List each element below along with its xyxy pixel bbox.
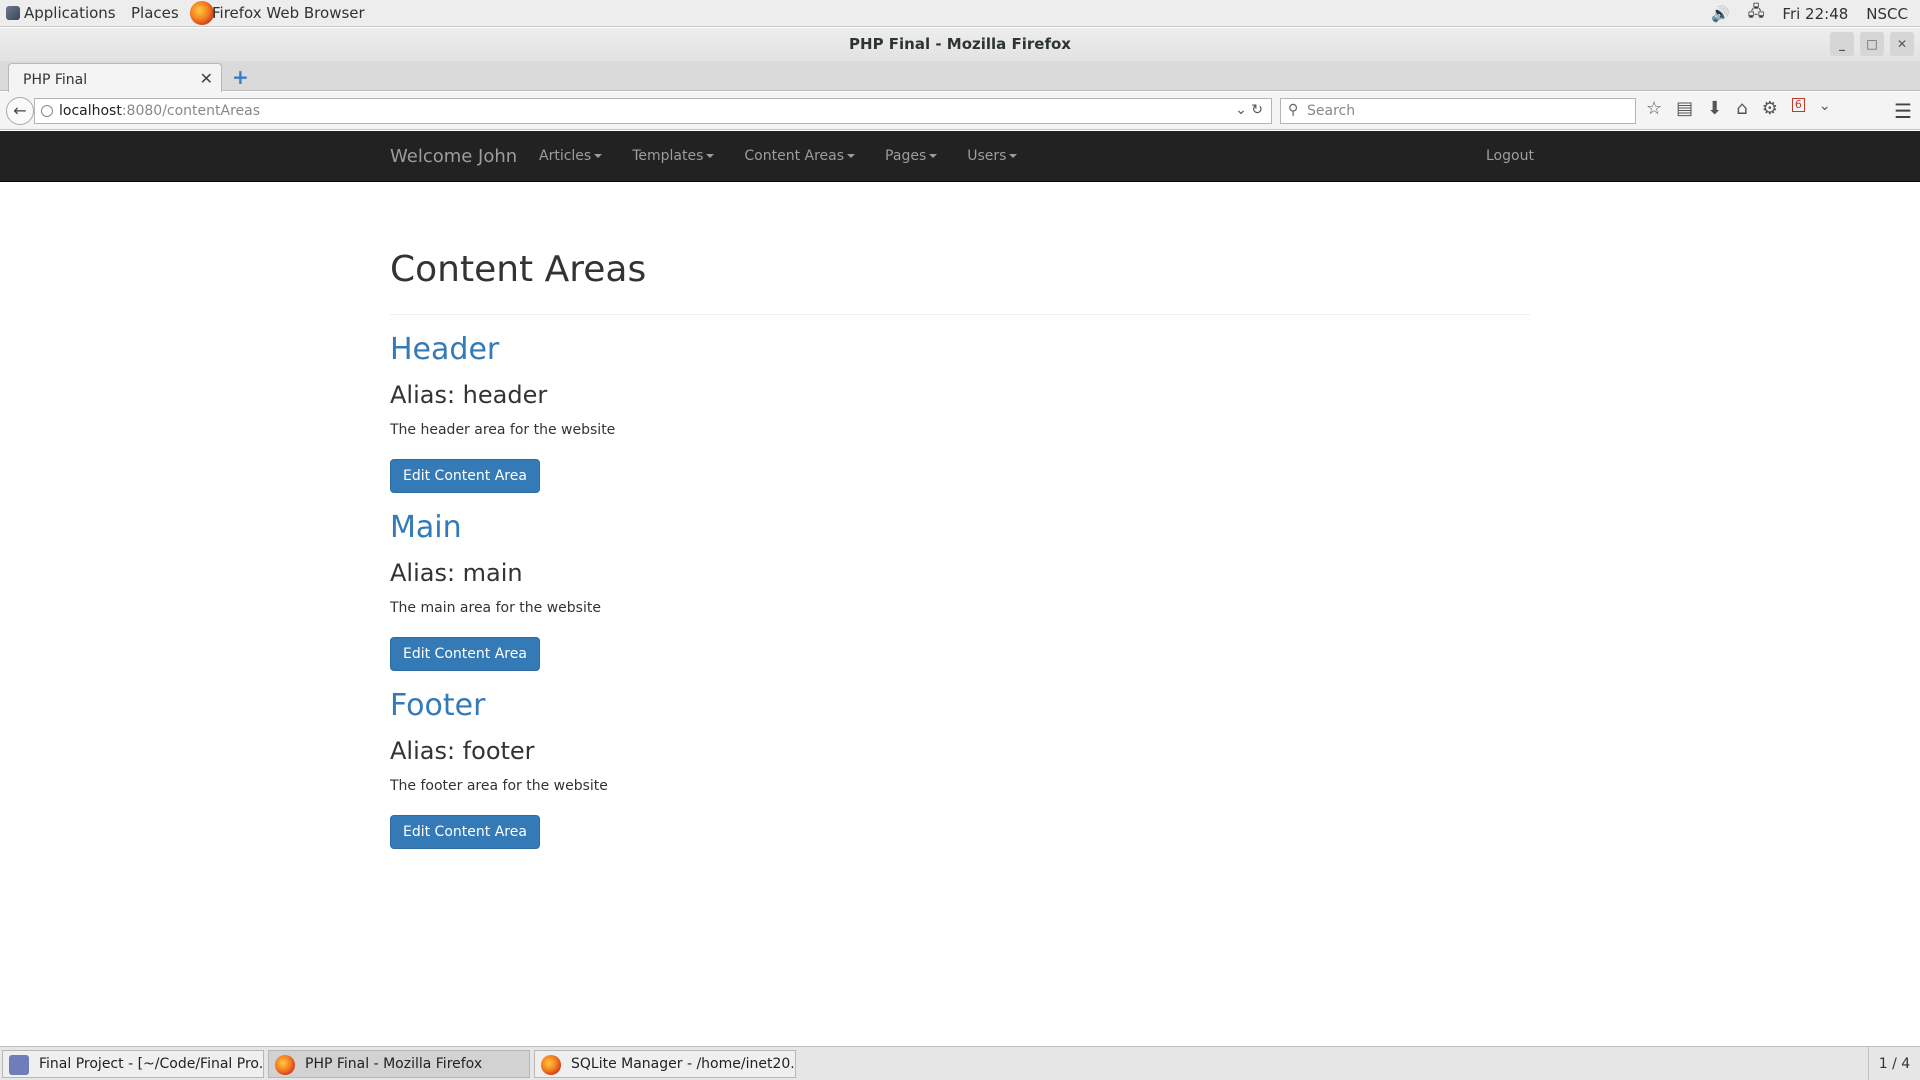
edit-content-area-button[interactable]: Edit Content Area — [390, 637, 540, 671]
volume-icon[interactable]: 🔊 — [1711, 5, 1730, 23]
task-final-project[interactable]: Final Project - [~/Code/Final Pro... — [2, 1050, 264, 1078]
area-alias: Alias: header — [390, 381, 548, 409]
edit-content-area-button[interactable]: Edit Content Area — [390, 459, 540, 493]
nav-content-areas[interactable]: Content Areas — [744, 131, 885, 182]
network-icon[interactable]: 🖧 — [1748, 1, 1765, 26]
caret-down-icon — [594, 154, 603, 158]
url-host: localhost — [59, 103, 122, 119]
user-menu[interactable]: NSCC — [1866, 5, 1908, 23]
search-icon: ⚲ — [1288, 102, 1299, 118]
new-tab-icon[interactable]: + — [232, 65, 249, 89]
system-top-bar: Applications Places Firefox Web Browser … — [0, 0, 1920, 27]
area-name: Footer — [390, 688, 486, 723]
nav-templates[interactable]: Templates — [632, 131, 744, 182]
nav-articles[interactable]: Articles — [539, 131, 632, 182]
nav-pages-label: Pages — [885, 148, 927, 164]
nav-pages[interactable]: Pages — [885, 131, 967, 182]
url-path: :8080/contentAreas — [121, 103, 261, 119]
workspace-indicator[interactable]: 1 / 4 — [1868, 1047, 1920, 1080]
applications-label: Applications — [24, 4, 116, 22]
nav-content-areas-label: Content Areas — [744, 148, 845, 164]
back-arrow-icon[interactable]: ← — [6, 97, 34, 125]
taskbar: Final Project - [~/Code/Final Pro... PHP… — [0, 1046, 1920, 1080]
area-description: The header area for the website — [390, 422, 616, 438]
home-icon[interactable]: ⌂ — [1736, 98, 1747, 119]
firefox-icon — [275, 1055, 295, 1075]
firefox-icon — [541, 1055, 561, 1075]
minimize-icon[interactable]: _ — [1830, 32, 1854, 56]
area-name: Main — [390, 510, 462, 545]
nav-users[interactable]: Users — [967, 131, 1047, 182]
browser-toolbar: ← localhost:8080/contentAreas ⌄ ↻ ⚲ Sear… — [0, 92, 1920, 130]
php-icon — [9, 1055, 29, 1075]
hamburger-menu-icon[interactable]: ☰ — [1894, 99, 1912, 123]
logout-link[interactable]: Logout — [1486, 131, 1534, 182]
tab-php-final[interactable]: PHP Final ✕ — [8, 63, 222, 92]
caret-down-icon — [1009, 154, 1018, 158]
task-firefox[interactable]: PHP Final - Mozilla Firefox — [268, 1050, 530, 1078]
content-area-main: Main Alias: main The main area for the w… — [390, 510, 1530, 671]
task-label: PHP Final - Mozilla Firefox — [305, 1056, 483, 1072]
area-name: Header — [390, 332, 500, 367]
navbar-brand[interactable]: Welcome John — [390, 131, 517, 182]
reload-icon[interactable]: ↻ — [1251, 102, 1263, 118]
active-app-label: Firefox Web Browser — [212, 4, 365, 22]
download-icon[interactable]: ⬇ — [1707, 98, 1722, 119]
site-info-icon[interactable] — [41, 105, 53, 117]
window-title: PHP Final - Mozilla Firefox — [849, 35, 1071, 53]
clock[interactable]: Fri 22:48 — [1782, 5, 1848, 23]
firefox-icon — [190, 1, 214, 25]
search-input[interactable]: ⚲ Search — [1280, 98, 1636, 124]
nav-templates-label: Templates — [632, 148, 704, 164]
active-app-menu[interactable]: Firefox Web Browser — [212, 4, 365, 22]
caret-down-icon — [706, 154, 715, 158]
main-content: Content Areas Header Alias: header The h… — [390, 182, 1530, 849]
task-label: SQLite Manager - /home/inet20... — [571, 1056, 796, 1072]
chevron-down-icon[interactable]: ⌄ — [1819, 98, 1831, 119]
bookmark-star-icon[interactable]: ☆ — [1646, 98, 1662, 119]
content-area-footer: Footer Alias: footer The footer area for… — [390, 688, 1530, 849]
nav-articles-label: Articles — [539, 148, 592, 164]
places-menu[interactable]: Places — [131, 4, 179, 22]
sync-icon[interactable]: ⚙ — [1762, 98, 1778, 119]
area-description: The footer area for the website — [390, 778, 608, 794]
page-title: Content Areas — [390, 249, 647, 290]
area-alias: Alias: footer — [390, 737, 535, 765]
area-alias: Alias: main — [390, 559, 523, 587]
search-placeholder: Search — [1307, 103, 1356, 119]
url-bar[interactable]: localhost:8080/contentAreas ⌄ ↻ — [34, 98, 1272, 124]
area-description: The main area for the website — [390, 600, 601, 616]
reading-list-icon[interactable]: ▤ — [1676, 98, 1693, 119]
caret-down-icon — [847, 154, 856, 158]
tab-close-icon[interactable]: ✕ — [200, 69, 213, 88]
url-dropdown-icon[interactable]: ⌄ — [1235, 102, 1247, 118]
applications-icon — [6, 6, 20, 20]
tab-strip: PHP Final ✕ + — [0, 61, 1920, 92]
content-area-header: Header Alias: header The header area for… — [390, 332, 1530, 493]
site-navbar: Welcome John Articles Templates Content … — [0, 131, 1920, 182]
addon-badge[interactable]: 6 — [1791, 98, 1805, 112]
maximize-icon[interactable]: □ — [1860, 32, 1884, 56]
places-label: Places — [131, 4, 179, 22]
nav-users-label: Users — [967, 148, 1007, 164]
task-label: Final Project - [~/Code/Final Pro... — [39, 1056, 264, 1072]
edit-content-area-button[interactable]: Edit Content Area — [390, 815, 540, 849]
applications-menu[interactable]: Applications — [6, 4, 116, 22]
window-titlebar: PHP Final - Mozilla Firefox _ □ ✕ — [0, 28, 1920, 61]
tab-title: PHP Final — [23, 72, 88, 88]
system-tray: 🔊 🖧 Fri 22:48 NSCC — [1711, 0, 1920, 27]
caret-down-icon — [929, 154, 938, 158]
divider — [390, 314, 1530, 315]
task-sqlite-manager[interactable]: SQLite Manager - /home/inet20... — [534, 1050, 796, 1078]
close-window-icon[interactable]: ✕ — [1890, 32, 1914, 56]
